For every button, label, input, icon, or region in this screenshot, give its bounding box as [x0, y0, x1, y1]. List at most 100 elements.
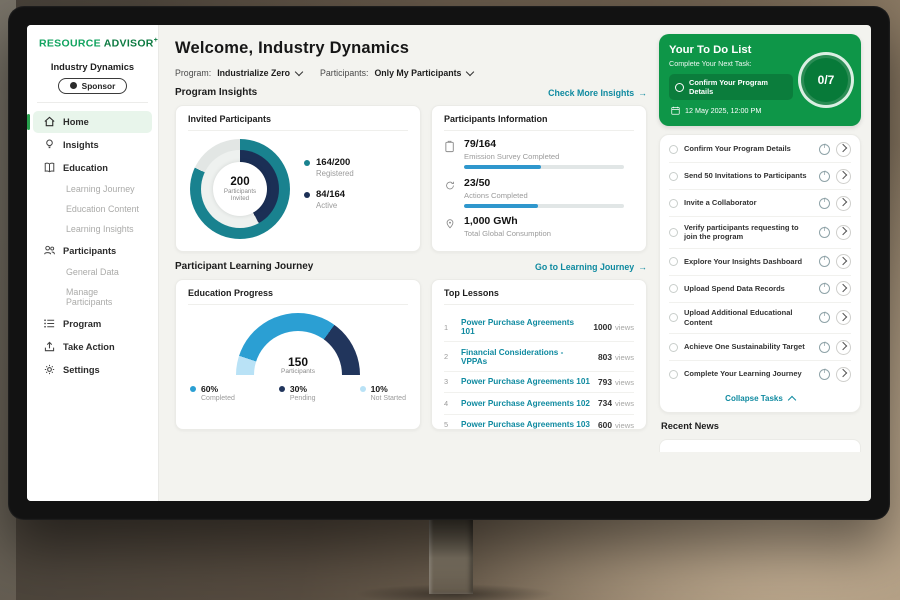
lesson-link[interactable]: Power Purchase Agreements 102 — [461, 399, 590, 408]
donut-center-label: Participants Invited — [218, 188, 262, 203]
legend-label: Registered — [316, 169, 354, 178]
sidebar-item-label: Manage Participants — [66, 287, 142, 307]
legend-item: 30% Pending — [279, 384, 316, 402]
sidebar-item-insights[interactable]: Insights — [33, 134, 152, 156]
legend-label: Active — [316, 201, 354, 210]
check-more-insights-link[interactable]: Check More Insights → — [548, 88, 647, 98]
info-icon[interactable] — [819, 283, 830, 294]
legend-value: 164/200 — [316, 157, 350, 168]
sidebar-item-general-data[interactable]: General Data — [33, 263, 152, 282]
todo-task[interactable]: Explore Your Insights Dashboard — [669, 249, 851, 276]
info-icon[interactable] — [819, 312, 830, 323]
checkbox-icon[interactable] — [675, 83, 684, 92]
filter-bar: Program: Industrialize Zero Participants… — [175, 68, 647, 78]
info-icon[interactable] — [819, 198, 830, 209]
sidebar-item-program[interactable]: Program — [33, 313, 152, 335]
chevron-right-button[interactable] — [836, 169, 851, 184]
checkbox-icon[interactable] — [669, 228, 678, 237]
chevron-right-button[interactable] — [836, 367, 851, 382]
participants-filter-label: Participants: — [320, 68, 368, 78]
home-icon — [43, 115, 56, 128]
info-icon[interactable] — [819, 227, 830, 238]
todo-task[interactable]: Invite a Collaborator — [669, 190, 851, 217]
chevron-up-icon — [788, 395, 796, 403]
legend-dot — [304, 192, 310, 198]
legend-label: Pending — [290, 395, 316, 402]
section-title: Participant Learning Journey — [175, 261, 313, 272]
info-icon[interactable] — [819, 369, 830, 380]
sidebar-item-take-action[interactable]: Take Action — [33, 336, 152, 358]
task-label: Explore Your Insights Dashboard — [684, 257, 813, 267]
lesson-views: 600 — [598, 420, 612, 430]
people-icon — [43, 244, 56, 257]
program-select[interactable]: Industrialize Zero — [217, 68, 302, 78]
sponsor-badge[interactable]: Sponsor — [58, 78, 128, 94]
chevron-right-button[interactable] — [836, 340, 851, 355]
sidebar-item-education[interactable]: Education — [33, 157, 152, 179]
todo-task[interactable]: Upload Spend Data Records — [669, 276, 851, 303]
legend-value: 84/164 — [316, 189, 345, 200]
book-icon — [43, 161, 56, 174]
sidebar-item-learning-journey[interactable]: Learning Journey — [33, 180, 152, 199]
sidebar-item-home[interactable]: Home — [33, 111, 152, 133]
lesson-link[interactable]: Power Purchase Agreements 103 — [461, 420, 590, 429]
chevron-right-button[interactable] — [836, 142, 851, 157]
todo-task[interactable]: Verify participants requesting to join t… — [669, 217, 851, 249]
checkbox-icon[interactable] — [669, 172, 678, 181]
chevron-right-icon — [838, 256, 846, 264]
todo-task[interactable]: Confirm Your Program Details — [669, 136, 851, 163]
info-icon[interactable] — [819, 144, 830, 155]
main-content: Welcome, Industry Dynamics Program: Indu… — [159, 25, 659, 501]
next-task-label: Confirm Your Program Details — [689, 78, 787, 96]
checkbox-icon[interactable] — [669, 199, 678, 208]
program-select-value: Industrialize Zero — [217, 68, 290, 78]
collapse-tasks-link[interactable]: Collapse Tasks — [669, 387, 851, 411]
lesson-link[interactable]: Financial Considerations - VPPAs — [461, 348, 590, 366]
sidebar-item-education-content[interactable]: Education Content — [33, 200, 152, 219]
legend-value: 30% — [290, 384, 307, 394]
info-row: 79/164 Emission Survey Completed — [444, 139, 634, 169]
info-icon[interactable] — [819, 171, 830, 182]
lesson-rank: 1 — [444, 323, 453, 332]
checkbox-icon[interactable] — [669, 284, 678, 293]
lesson-link[interactable]: Power Purchase Agreements 101 — [461, 377, 590, 386]
lesson-link[interactable]: Power Purchase Agreements 101 — [461, 318, 585, 336]
checkbox-icon[interactable] — [669, 313, 678, 322]
todo-task[interactable]: Complete Your Learning Journey — [669, 361, 851, 387]
task-label: Upload Spend Data Records — [684, 284, 813, 294]
insights-card-row: Invited Participants 200 Participants In… — [175, 105, 647, 252]
todo-task[interactable]: Upload Additional Educational Content — [669, 303, 851, 335]
lesson-views: 734 — [598, 398, 612, 408]
go-to-learning-journey-link[interactable]: Go to Learning Journey → — [535, 262, 647, 272]
todo-task[interactable]: Send 50 Invitations to Participants — [669, 163, 851, 190]
chevron-right-button[interactable] — [836, 225, 851, 240]
chevron-right-button[interactable] — [836, 254, 851, 269]
info-icon[interactable] — [819, 342, 830, 353]
info-icon[interactable] — [819, 256, 830, 267]
next-task[interactable]: Confirm Your Program Details — [669, 74, 793, 100]
checkbox-icon[interactable] — [669, 145, 678, 154]
stat-label: Total Global Consumption — [464, 229, 551, 238]
sidebar-item-participants[interactable]: Participants — [33, 240, 152, 262]
lesson-views: 793 — [598, 377, 612, 387]
sidebar-item-settings[interactable]: Settings — [33, 359, 152, 381]
legend-item: 84/164 Active — [304, 189, 354, 210]
participants-select[interactable]: Only My Participants — [374, 68, 473, 78]
sidebar-item-learning-insights[interactable]: Learning Insights — [33, 220, 152, 239]
chevron-right-icon — [838, 144, 846, 152]
learning-journey-header: Participant Learning Journey Go to Learn… — [175, 261, 647, 272]
chevron-right-icon — [838, 227, 846, 235]
sidebar-item-label: Take Action — [63, 342, 115, 352]
chevron-right-button[interactable] — [836, 281, 851, 296]
checkbox-icon[interactable] — [669, 257, 678, 266]
list-icon — [43, 317, 56, 330]
chevron-right-button[interactable] — [836, 196, 851, 211]
chevron-right-button[interactable] — [836, 310, 851, 325]
link-label: Check More Insights — [548, 88, 634, 98]
todo-task[interactable]: Achieve One Sustainability Target — [669, 334, 851, 361]
checkbox-icon[interactable] — [669, 370, 678, 379]
sidebar-item-manage-participants[interactable]: Manage Participants — [33, 283, 152, 312]
gauge-center-label: Participants — [236, 368, 360, 375]
checkbox-icon[interactable] — [669, 343, 678, 352]
brand-primary: RESOURCE — [39, 38, 101, 50]
